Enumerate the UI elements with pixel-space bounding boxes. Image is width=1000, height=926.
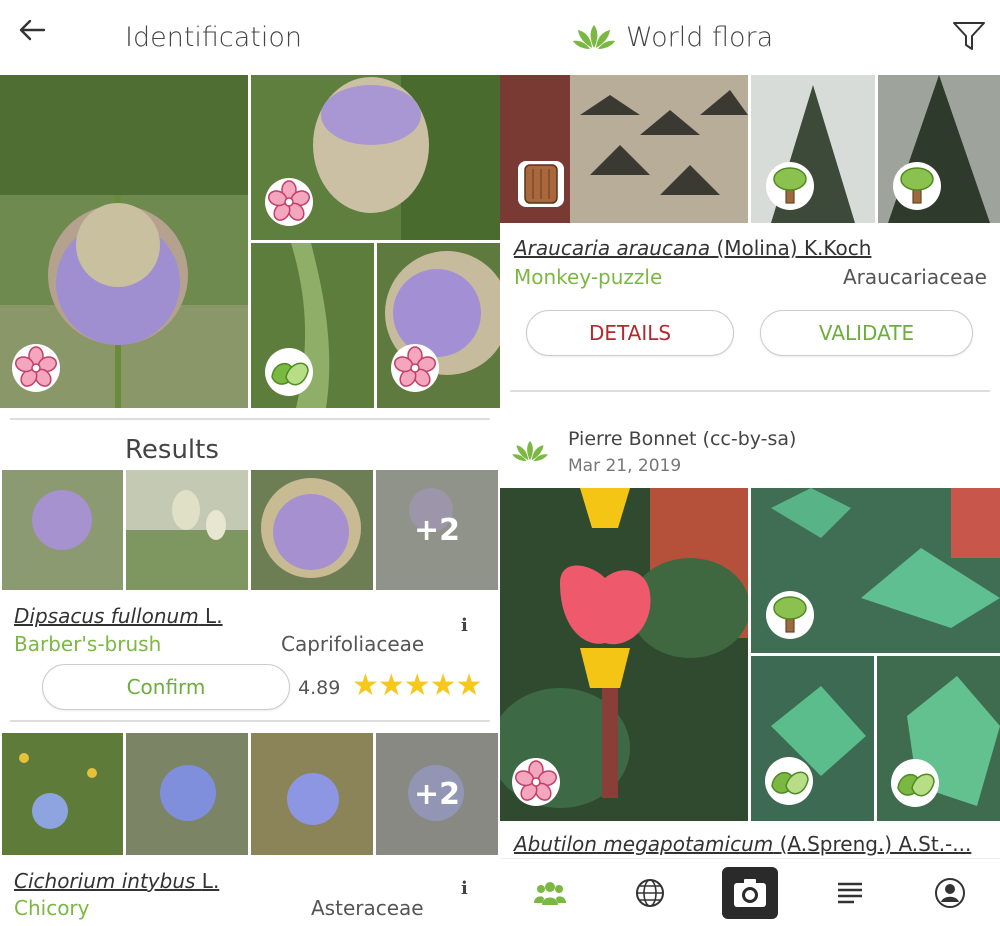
tree-habit-icon <box>765 590 815 640</box>
community-icon[interactable] <box>534 877 566 909</box>
flower-organ-icon <box>11 343 61 393</box>
leaf-logo-icon <box>512 440 548 462</box>
identification-screen: Identification Results +2 Dipsacus fullo… <box>0 0 500 926</box>
divider <box>510 390 990 392</box>
observation-photo[interactable] <box>500 488 748 821</box>
species-name: Dipsacus fullonum <box>14 604 199 628</box>
species-name: Abutilon megapotamicum <box>514 832 774 856</box>
world-flora-screen: World flora Araucaria araucana (Molina) … <box>500 0 1000 926</box>
info-icon[interactable]: i <box>461 878 468 899</box>
species-family: Caprifoliaceae <box>281 632 425 656</box>
confirm-button[interactable]: Confirm <box>42 664 290 710</box>
observation-photo[interactable] <box>751 656 874 821</box>
rating-stars: ★★★★★ <box>352 668 482 703</box>
observation-photo[interactable] <box>751 75 875 223</box>
tree-habit-icon <box>765 161 815 211</box>
user-photo-4[interactable] <box>377 243 500 408</box>
result-image[interactable] <box>2 470 123 590</box>
world-flora-header: World flora <box>500 0 1000 75</box>
match-score: 4.89 <box>298 677 341 699</box>
species-scientific-name[interactable]: Abutilon megapotamicum (A.Spreng.) A.St.… <box>514 832 971 856</box>
globe-icon[interactable] <box>634 877 666 909</box>
bottom-nav <box>500 858 1000 926</box>
species-common-name: Monkey-puzzle <box>514 265 663 289</box>
page-title: Identification <box>125 22 303 53</box>
observation-photo[interactable] <box>877 656 1000 821</box>
divider <box>10 720 490 722</box>
user-photo-main[interactable] <box>0 75 248 408</box>
leaf-organ-icon <box>764 756 814 806</box>
observer-name[interactable]: Pierre Bonnet (cc-by-sa) <box>568 428 796 450</box>
flower-organ-icon <box>390 343 440 393</box>
results-title: Results <box>125 435 219 465</box>
filter-icon[interactable] <box>952 20 986 52</box>
more-images-count: +2 <box>376 470 498 590</box>
result-image[interactable] <box>251 733 373 855</box>
flower-organ-icon <box>511 757 561 807</box>
page-title: World flora <box>626 22 774 53</box>
result-image-more[interactable]: +2 <box>376 470 498 590</box>
species-name: Cichorium intybus <box>14 869 196 893</box>
user-photo-3[interactable] <box>251 243 374 408</box>
profile-icon[interactable] <box>934 877 966 909</box>
validate-button[interactable]: VALIDATE <box>760 310 973 356</box>
result-image[interactable] <box>2 733 123 855</box>
more-images-count: +2 <box>376 733 498 855</box>
species-scientific-name[interactable]: Araucaria araucana (Molina) K.Koch <box>514 236 871 260</box>
species-author: L. <box>201 869 220 893</box>
species-scientific-name[interactable]: Dipsacus fullonum L. <box>14 604 223 628</box>
observation-date: Mar 21, 2019 <box>568 456 682 476</box>
result-image[interactable] <box>126 470 248 590</box>
species-scientific-name[interactable]: Cichorium intybus L. <box>14 869 219 893</box>
bark-organ-icon <box>517 160 565 208</box>
result-image[interactable] <box>251 470 373 590</box>
observation-photo[interactable] <box>878 75 1000 223</box>
species-author: (A.Spreng.) A.St.-... <box>779 832 972 856</box>
flower-organ-icon <box>264 177 314 227</box>
info-icon[interactable]: i <box>461 615 468 636</box>
species-author: (Molina) K.Koch <box>716 236 872 260</box>
leaf-logo-icon <box>573 25 615 49</box>
species-common-name: Chicory <box>14 896 90 920</box>
list-icon[interactable] <box>834 877 866 909</box>
camera-icon <box>734 879 766 907</box>
back-arrow-icon[interactable] <box>16 14 48 46</box>
species-common-name: Barber's-brush <box>14 632 162 656</box>
observation-photo[interactable] <box>751 488 1000 653</box>
species-family: Araucariaceae <box>843 265 987 289</box>
observation-photo[interactable] <box>500 75 748 223</box>
leaf-organ-icon <box>890 758 940 808</box>
species-family: Asteraceae <box>311 896 424 920</box>
user-photo-2[interactable] <box>251 75 500 240</box>
species-name: Araucaria araucana <box>514 236 711 260</box>
identification-header: Identification <box>0 0 500 75</box>
tree-habit-icon <box>892 161 942 211</box>
leaf-organ-icon <box>264 347 314 397</box>
species-author: L. <box>205 604 223 628</box>
result-image-more[interactable]: +2 <box>376 733 498 855</box>
divider <box>10 418 490 420</box>
camera-button[interactable] <box>722 867 778 919</box>
result-image[interactable] <box>126 733 248 855</box>
details-button[interactable]: DETAILS <box>526 310 734 356</box>
